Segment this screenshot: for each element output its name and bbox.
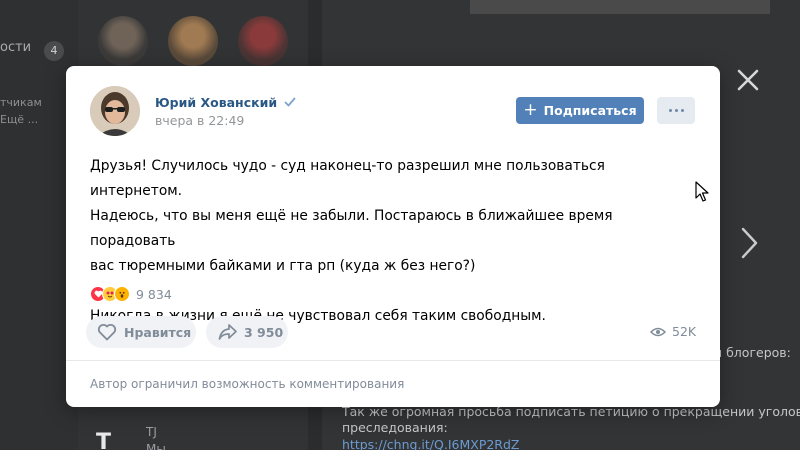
post-text: Друзья! Случилось чудо - суд наконец-то … bbox=[90, 158, 613, 324]
reactions-summary[interactable]: 9 834 bbox=[90, 286, 172, 302]
share-count: 3 950 bbox=[244, 324, 284, 340]
reaction-icons bbox=[90, 286, 130, 302]
tj-logo: T bbox=[96, 430, 112, 450]
like-button[interactable]: Нравится bbox=[86, 316, 196, 348]
share-arrow-icon bbox=[218, 324, 237, 340]
chevron-right-icon[interactable] bbox=[736, 225, 762, 261]
story-avatar[interactable] bbox=[238, 16, 288, 66]
story-avatar[interactable] bbox=[98, 16, 148, 66]
subscribe-button[interactable]: + Подписаться bbox=[516, 97, 644, 124]
subscribe-label: Подписаться bbox=[543, 103, 637, 118]
heart-outline-icon bbox=[97, 324, 117, 341]
post-timestamp[interactable]: вчера в 22:49 bbox=[155, 113, 244, 128]
eye-icon bbox=[650, 327, 666, 336]
author-name[interactable]: Юрий Хованский bbox=[155, 95, 296, 111]
tj-label[interactable]: TJ bbox=[146, 425, 157, 439]
sidebar-more-link[interactable]: Ещё ... bbox=[0, 113, 38, 126]
feed-link[interactable]: https://chng.it/Q.I6MXP2RdZ bbox=[342, 437, 520, 450]
share-button[interactable]: 3 950 bbox=[206, 316, 288, 348]
views-count: 52K bbox=[672, 324, 697, 339]
views-counter: 52K bbox=[650, 324, 696, 339]
story-avatar[interactable] bbox=[168, 16, 218, 66]
author-avatar[interactable] bbox=[90, 86, 140, 136]
author-name-text[interactable]: Юрий Хованский bbox=[155, 95, 277, 110]
verified-check-icon bbox=[284, 96, 296, 111]
plus-icon: + bbox=[523, 100, 538, 120]
wow-reaction-icon bbox=[114, 286, 130, 302]
comments-disabled-notice: Автор ограничил возможность комментирова… bbox=[90, 377, 405, 391]
tj-subtitle: Мы... bbox=[146, 442, 178, 450]
feed-text-line: преследования: bbox=[342, 420, 448, 435]
like-label: Нравится bbox=[124, 324, 192, 340]
feed-text-line: и блогеров: bbox=[714, 345, 791, 360]
sidebar-text-1: тчикам bbox=[0, 96, 42, 109]
feed-image-strip bbox=[470, 0, 770, 14]
close-icon[interactable] bbox=[734, 66, 762, 94]
more-dots-icon[interactable] bbox=[657, 97, 695, 124]
divider bbox=[66, 360, 720, 361]
post-modal: Юрий Хованский вчера в 22:49 + Подписать… bbox=[66, 66, 720, 407]
mouse-cursor-icon bbox=[695, 181, 709, 203]
reactions-count: 9 834 bbox=[136, 286, 172, 302]
sidebar-item-news[interactable]: ости bbox=[0, 40, 31, 55]
news-count-badge: 4 bbox=[44, 41, 64, 61]
